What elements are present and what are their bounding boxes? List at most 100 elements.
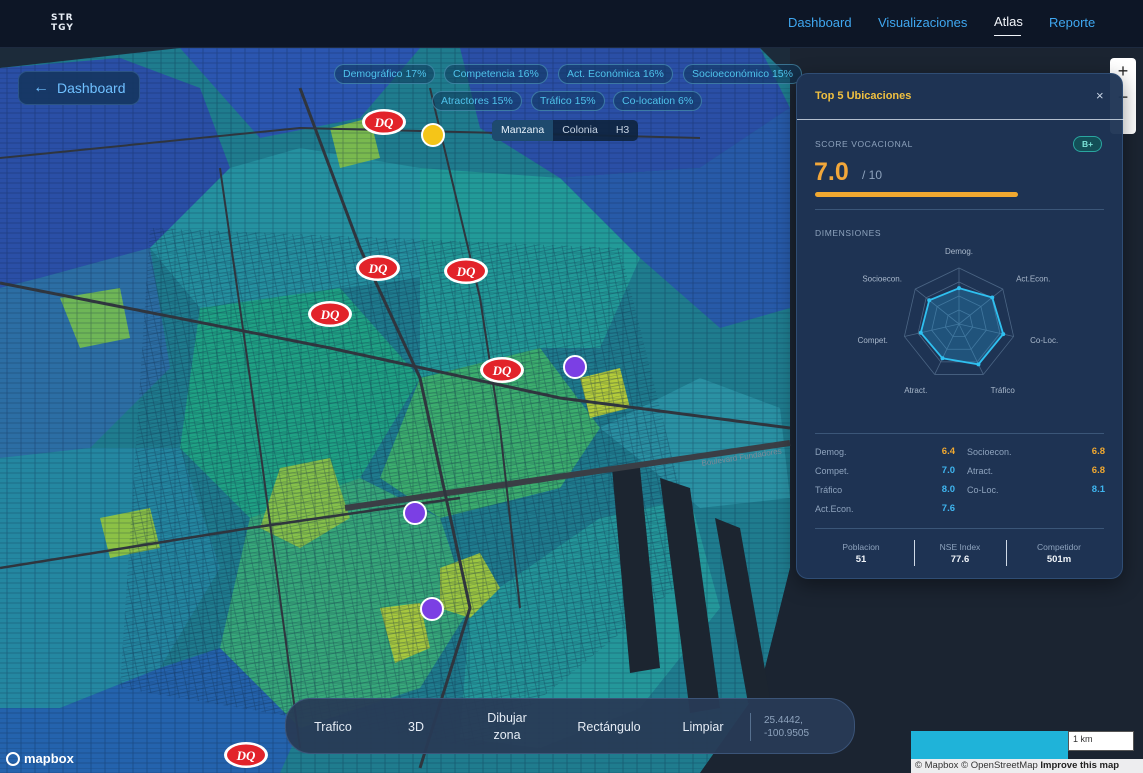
metric-label: Tráfico: [815, 485, 843, 495]
toolbar-separator: [750, 713, 751, 741]
radar-axis-label: Compet.: [858, 336, 888, 345]
score-section-label: SCORE VOCACIONAL: [815, 139, 913, 149]
improve-map-link[interactable]: Improve this map: [1040, 760, 1119, 771]
weight-chip-act-economica[interactable]: Act. Económica 16%: [558, 64, 673, 84]
radar-axis-label: Act.Econ.: [1016, 274, 1050, 283]
metric-label: Socioecon.: [967, 447, 1012, 457]
draw-zone-button[interactable]: Dibujar zona: [466, 699, 548, 755]
granularity-colonia[interactable]: Colonia: [553, 120, 607, 141]
stat-label-competidor: Competidor: [1037, 542, 1081, 552]
stat-label-poblacion: Poblacion: [842, 542, 880, 552]
radar-axis-label: Atract.: [904, 386, 927, 395]
granularity-toggle: Manzana Colonia H3: [492, 120, 639, 141]
radar-point: [957, 286, 961, 291]
score-progress-bar: [815, 192, 1018, 197]
traffic-button[interactable]: Trafico: [298, 699, 368, 755]
top-navbar: STR TGY Dashboard Visualizaciones Atlas …: [0, 0, 1143, 48]
stat-value-competidor: 501m: [1046, 554, 1072, 565]
radar-point: [990, 295, 995, 300]
radar-point: [940, 356, 945, 361]
dq-store-marker[interactable]: DQ: [307, 299, 353, 329]
map-toolbar: Trafico 3D Dibujar zona Rectángulo Limpi…: [285, 698, 855, 754]
stat-value-poblacion: 51: [855, 554, 867, 565]
clear-button[interactable]: Limpiar: [672, 699, 734, 755]
location-marker[interactable]: [563, 355, 587, 379]
radar-point: [976, 362, 981, 367]
svg-text:DQ: DQ: [320, 307, 340, 322]
dq-store-marker[interactable]: DQ: [223, 740, 269, 770]
dq-store-marker[interactable]: DQ: [443, 256, 489, 286]
location-marker[interactable]: [403, 501, 427, 525]
active-nav-underline: [994, 35, 1021, 36]
nav-atlas[interactable]: Atlas: [994, 14, 1023, 29]
section-divider: [815, 433, 1104, 434]
scale-bar-fill: [911, 731, 1068, 759]
metric-label: Atract.: [967, 466, 994, 476]
location-detail-panel: Top 5 Ubicaciones × SCORE VOCACIONAL B+ …: [796, 73, 1124, 579]
radar-point: [918, 330, 923, 335]
radar-axis-label: Socioecon.: [862, 274, 902, 283]
dq-store-marker[interactable]: DQ: [479, 355, 525, 385]
weight-chip-socioeconomico[interactable]: Socioeconómico 15%: [683, 64, 802, 84]
svg-text:DQ: DQ: [492, 363, 512, 378]
3d-button[interactable]: 3D: [396, 699, 436, 755]
granularity-manzana[interactable]: Manzana: [492, 120, 554, 141]
back-button-label: Dashboard: [57, 80, 126, 96]
radar-point: [1001, 332, 1006, 337]
weight-chip-trafico[interactable]: Tráfico 15%: [531, 91, 605, 111]
mapbox-logo[interactable]: mapbox: [6, 751, 74, 766]
score-value: 7.0: [814, 158, 849, 186]
nav-visualizaciones[interactable]: Visualizaciones: [878, 15, 967, 30]
metric-label: Act.Econ.: [815, 504, 854, 514]
metric-value: 6.8: [1091, 465, 1105, 476]
back-to-dashboard-button[interactable]: ← Dashboard: [18, 71, 140, 105]
arrow-left-icon: ←: [33, 79, 49, 96]
radar-axis-label: Co-Loc.: [1030, 336, 1058, 345]
metric-value: 7.6: [941, 503, 955, 514]
map-attribution: © Mapbox © OpenStreetMap Improve this ma…: [911, 759, 1143, 773]
weight-chip-competencia[interactable]: Competencia 16%: [444, 64, 548, 84]
mapbox-icon: [6, 751, 20, 766]
atlas-screen: Boulevard Fundadores DQ DQ DQ DQ DQ DQ S…: [0, 0, 1143, 773]
cursor-coordinates: 25.4442, -100.9505: [764, 715, 810, 739]
weight-chip-atractores[interactable]: Atractores 15%: [432, 91, 522, 111]
scale-bar: 1 km: [1068, 731, 1134, 751]
metric-value: 7.0: [941, 465, 955, 476]
metric-value: 6.8: [1091, 446, 1105, 457]
radar-value-shape: [919, 287, 1005, 366]
metric-label: Compet.: [815, 466, 850, 476]
radar-point: [927, 298, 932, 303]
metric-value: 6.4: [941, 446, 955, 457]
metric-value: 8.1: [1091, 484, 1105, 495]
close-icon[interactable]: ×: [1096, 88, 1104, 103]
svg-text:DQ: DQ: [368, 261, 388, 276]
weight-chip-demografico[interactable]: Demográfico 17%: [334, 64, 436, 84]
svg-text:DQ: DQ: [374, 115, 394, 130]
nav-dashboard[interactable]: Dashboard: [788, 15, 852, 30]
location-marker[interactable]: [420, 597, 444, 621]
metric-label: Demog.: [815, 447, 847, 457]
nav-reporte[interactable]: Reporte: [1049, 15, 1095, 30]
granularity-h3[interactable]: H3: [607, 120, 638, 141]
svg-text:DQ: DQ: [236, 748, 256, 763]
metric-label: Co-Loc.: [967, 485, 999, 495]
brand-logo[interactable]: STR TGY: [51, 13, 75, 33]
section-divider: [815, 528, 1104, 529]
selected-location-marker[interactable]: [421, 123, 445, 147]
weight-chip-co-location[interactable]: Co-location 6%: [613, 91, 703, 111]
score-max: / 10: [862, 168, 883, 182]
stat-label-nse: NSE Index: [939, 542, 981, 552]
radar-axis-label: Demog.: [945, 247, 973, 256]
panel-header-divider: [797, 119, 1124, 120]
rectangle-button[interactable]: Rectángulo: [568, 699, 650, 755]
radar-axis-label: Tráfico: [991, 386, 1016, 395]
dq-store-marker[interactable]: DQ: [361, 107, 407, 137]
panel-title: Top 5 Ubicaciones: [815, 90, 912, 102]
svg-text:DQ: DQ: [456, 264, 476, 279]
dq-store-marker[interactable]: DQ: [355, 253, 401, 283]
metric-value: 8.0: [941, 484, 955, 495]
stat-separator: [1006, 540, 1007, 566]
dimensions-section-label: DIMENSIONES: [815, 228, 882, 238]
section-divider: [815, 209, 1104, 210]
dimensions-radar-chart: Demog. Act.Econ. Co-Loc. Tráfico Atract. Comp…: [858, 247, 1059, 395]
